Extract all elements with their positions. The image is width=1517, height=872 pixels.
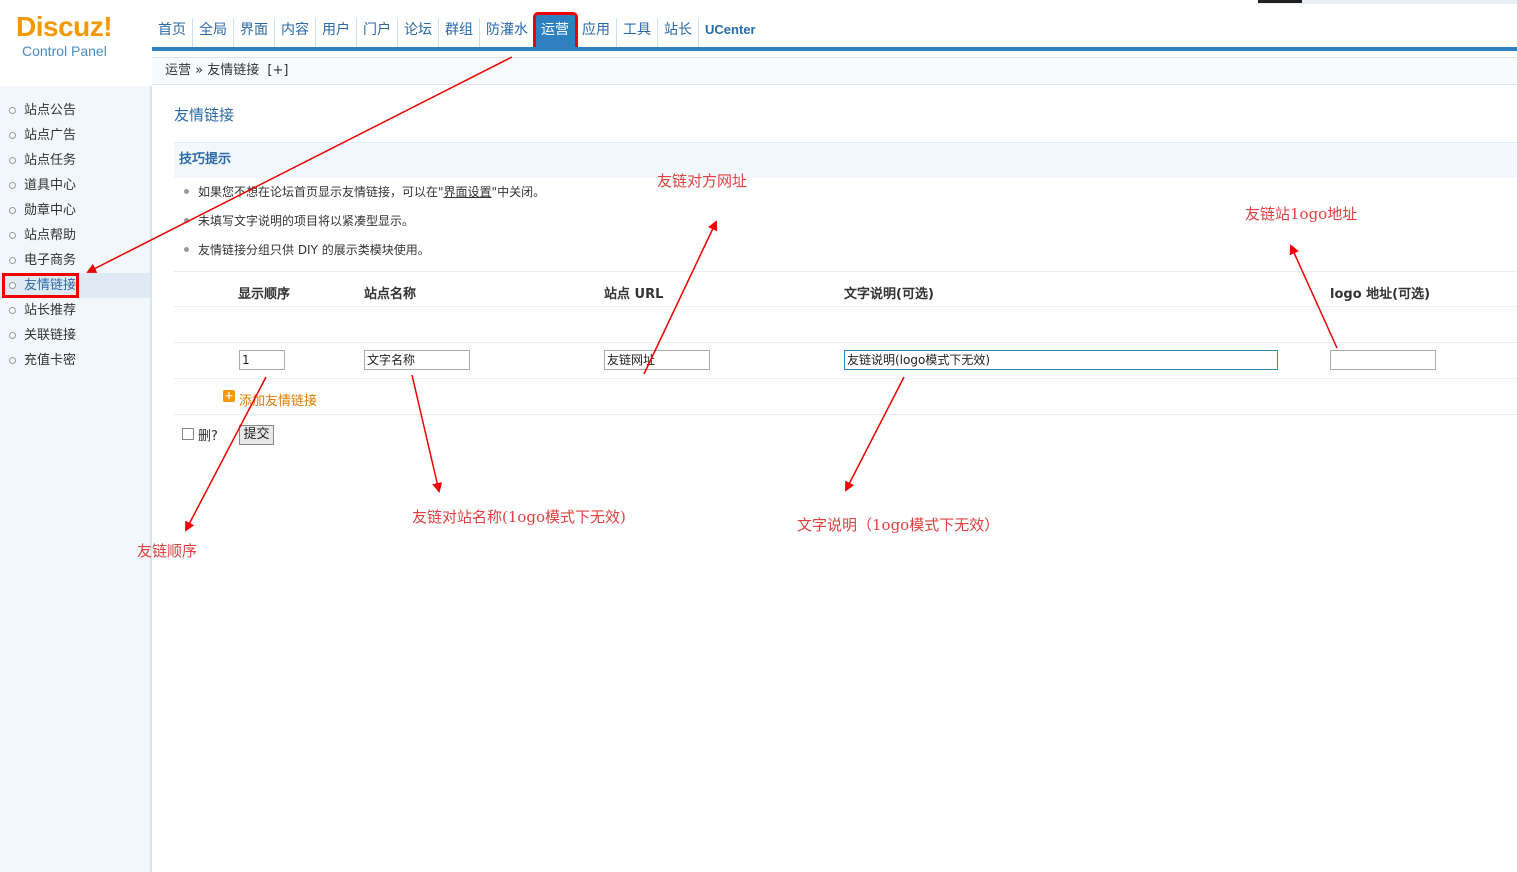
sidebar-item-announcements[interactable]: 站点公告 [0,98,150,123]
nav-global[interactable]: 全局 [193,18,234,48]
breadcrumb: 运营 » 友情链接 [+] [152,57,1517,85]
nav-webmaster[interactable]: 站长 [658,18,699,48]
sidebar-item-medals[interactable]: 勋章中心 [0,198,150,223]
bullet-icon [9,232,16,239]
table-header: 显示顺序 站点名称 站点 URL 文字说明(可选) logo 地址(可选) [174,271,1517,307]
add-friendlink-button[interactable]: + 添加友情链接 [223,390,317,409]
top-right-strip [1258,0,1517,4]
bullet-icon [9,182,16,189]
sidebar-item-friendlinks[interactable]: 友情链接 [0,273,150,298]
annotation-name: 友链对站名称(1ogo模式下无效) [412,508,626,526]
logo-subtitle: Control Panel [22,43,107,59]
tips-list: 如果您不想在论坛首页显示友情链接，可以在"界面设置"中关闭。 未填写文字说明的项… [182,182,545,269]
col-order: 显示顺序 [238,287,291,302]
logo-text: Discuz! [16,11,113,42]
breadcrumb-parent[interactable]: 运营 [165,63,191,78]
col-url: 站点 URL [604,287,664,302]
nav-home[interactable]: 首页 [152,18,193,48]
admin-page: Discuz! Control Panel 首页 全局 界面 内容 用户 门户 … [0,0,1517,872]
delete-label: 删? [198,429,218,444]
bullet-icon [9,207,16,214]
interface-settings-link[interactable]: 界面设置 [444,185,492,199]
breadcrumb-separator: » [195,63,204,78]
site-url-input[interactable]: 友链网址 [604,350,710,370]
bullet-icon [9,257,16,264]
nav-portal[interactable]: 门户 [357,18,398,48]
delete-checkbox[interactable] [182,428,194,440]
nav-groups[interactable]: 群组 [439,18,480,48]
breadcrumb-current: 友情链接 [207,63,260,78]
plus-icon: + [223,389,235,402]
nav-ucenter[interactable]: UCenter [699,18,762,48]
nav-operations[interactable]: 运营 [533,12,578,50]
highlight-box [2,273,79,298]
submit-button[interactable]: 提交 [239,425,274,445]
bullet-icon [9,157,16,164]
nav-underline [152,47,1517,51]
table-row: 1 文字名称 友链网址 友链说明(logo模式下无效) [174,343,1517,379]
sidebar-item-related-links[interactable]: 关联链接 [0,323,150,348]
site-name-input[interactable]: 文字名称 [364,350,470,370]
nav-apps[interactable]: 应用 [576,18,617,48]
nav-forum[interactable]: 论坛 [398,18,439,48]
nav-interface[interactable]: 界面 [234,18,275,48]
sidebar-item-help[interactable]: 站点帮助 [0,223,150,248]
nav-tools[interactable]: 工具 [617,18,658,48]
bullet-icon [9,332,16,339]
nav-content[interactable]: 内容 [275,18,316,48]
col-name: 站点名称 [364,287,417,302]
order-input[interactable]: 1 [239,350,285,370]
nav-users[interactable]: 用户 [316,18,357,48]
tip-item: 如果您不想在论坛首页显示友情链接，可以在"界面设置"中关闭。 [182,182,545,211]
bullet-icon [9,132,16,139]
sidebar: 站点公告 站点广告 站点任务 道具中心 勋章中心 站点帮助 电子商务 友情链接 … [0,86,152,872]
annotation-arrows [86,56,1338,532]
nav-antispam[interactable]: 防灌水 [480,18,535,48]
annotation-order: 友链顺序 [137,542,198,560]
sidebar-item-ecommerce[interactable]: 电子商务 [0,248,150,273]
sidebar-item-tasks[interactable]: 站点任务 [0,148,150,173]
annotation-logo: 友链站1ogo地址 [1245,205,1358,223]
col-desc: 文字说明(可选) [844,287,934,302]
tip-item: 友情链接分组只供 DIY 的展示类模块使用。 [182,240,545,269]
annotation-url: 友链对方网址 [657,172,748,190]
logo[interactable]: Discuz! Control Panel [16,10,136,58]
add-row: + 添加友情链接 [174,379,1517,415]
tips-title: 技巧提示 [174,142,1517,178]
sidebar-item-recommend[interactable]: 站长推荐 [0,298,150,323]
sidebar-item-cards[interactable]: 充值卡密 [0,348,150,373]
sidebar-item-ads[interactable]: 站点广告 [0,123,150,148]
logo-url-input[interactable] [1330,350,1436,370]
tip-item: 未填写文字说明的项目将以紧凑型显示。 [182,211,545,240]
links-table: 显示顺序 站点名称 站点 URL 文字说明(可选) logo 地址(可选) 1 … [174,271,1517,415]
col-logo: logo 地址(可选) [1330,287,1431,302]
table-row-empty [174,307,1517,343]
description-input[interactable]: 友链说明(logo模式下无效) [844,350,1278,370]
annotation-desc: 文字说明（1ogo模式下无效） [797,516,1000,534]
page-title: 友情链接 [174,106,235,124]
bullet-icon [9,107,16,114]
breadcrumb-add-shortcut[interactable]: [+] [267,63,288,78]
top-nav: 首页 全局 界面 内容 用户 门户 论坛 群组 防灌水 运营 应用 工具 站长 … [152,12,762,50]
bullet-icon [9,307,16,314]
sidebar-item-magic[interactable]: 道具中心 [0,173,150,198]
bullet-icon [9,357,16,364]
